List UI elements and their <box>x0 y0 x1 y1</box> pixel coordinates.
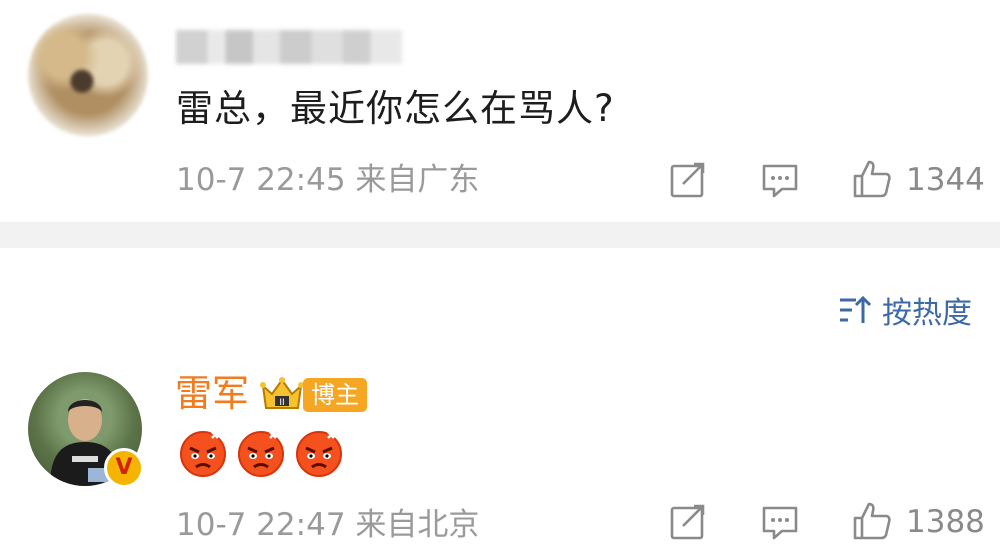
verified-badge-icon: V <box>104 448 144 488</box>
comment-location: 来自北京 <box>355 507 480 543</box>
share-icon[interactable] <box>668 502 708 542</box>
separator <box>0 222 1000 248</box>
comment-location: 来自广东 <box>355 162 480 198</box>
like-count: 1388 <box>906 504 985 540</box>
like-icon[interactable] <box>851 158 893 200</box>
crown-icon: II <box>260 377 304 409</box>
angry-face-icon <box>180 431 226 477</box>
comment-icon[interactable] <box>760 502 800 542</box>
sort-icon <box>840 295 872 323</box>
comment-meta: 10-7 22:47 来自北京 <box>176 505 479 545</box>
comment-meta: 10-7 22:45 来自广东 <box>176 160 479 200</box>
comment-text: 雷总，最近你怎么在骂人? <box>176 87 615 130</box>
svg-text:II: II <box>279 398 284 408</box>
comment-item: 雷总，最近你怎么在骂人? 10-7 22:45 来自广东 1344 <box>0 0 1000 222</box>
like-icon[interactable] <box>851 500 893 542</box>
sort-label: 按热度 <box>882 296 972 331</box>
share-icon[interactable] <box>668 160 708 200</box>
sort-by-hot-button[interactable]: 按热度 <box>838 288 972 332</box>
comment-time: 10-7 22:45 <box>176 162 346 198</box>
comment-time: 10-7 22:47 <box>176 507 346 543</box>
like-count: 1344 <box>906 162 985 198</box>
username[interactable]: 雷军 <box>175 369 249 419</box>
blogger-badge: 博主 <box>303 378 367 412</box>
angry-face-icon <box>296 431 342 477</box>
username-blurred[interactable] <box>176 30 402 64</box>
comment-icon[interactable] <box>760 160 800 200</box>
avatar[interactable] <box>28 13 148 137</box>
angry-face-icon <box>238 431 284 477</box>
